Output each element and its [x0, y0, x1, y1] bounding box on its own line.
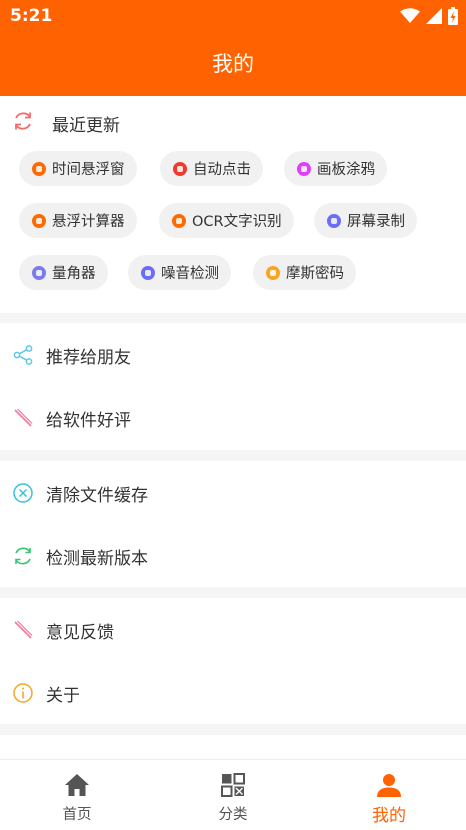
tab-mine[interactable]: 我的 — [329, 760, 449, 830]
home-icon — [65, 774, 89, 796]
ocr-icon — [172, 213, 186, 228]
menu-item-clear-cache[interactable]: 清除文件缓存 — [0, 461, 466, 524]
battery-icon — [448, 7, 458, 25]
menu-group-maintenance: 清除文件缓存 检测最新版本 — [0, 461, 466, 587]
chip-time-float[interactable]: 时间悬浮窗 — [19, 151, 137, 186]
chip-label: 量角器 — [52, 266, 96, 282]
chip-float-calculator[interactable]: 悬浮计算器 — [19, 203, 137, 238]
wifi-icon — [400, 8, 420, 23]
chip-auto-click[interactable]: 自动点击 — [160, 151, 263, 186]
calculator-icon — [32, 213, 46, 228]
chip-label: 悬浮计算器 — [52, 214, 125, 230]
menu-label: 检测最新版本 — [46, 549, 148, 569]
protractor-icon — [32, 265, 46, 280]
menu-label: 关于 — [46, 686, 80, 706]
category-icon — [221, 773, 245, 797]
menu-item-rate[interactable]: 给软件好评 — [0, 386, 466, 449]
menu-group-info: 意见反馈 关于 — [0, 598, 466, 724]
page-title: 我的 — [212, 52, 254, 76]
chip-label: OCR文字识别 — [192, 214, 282, 230]
menu-group-partial — [0, 735, 466, 759]
recent-updates-section: 最近更新 时间悬浮窗 自动点击 画板涂鸦 悬浮计算器 OCR文字识别 屏幕录制 … — [0, 96, 466, 313]
menu-item-check-update[interactable]: 检测最新版本 — [0, 524, 466, 587]
signal-icon — [426, 8, 442, 24]
recent-updates-title: 最近更新 — [52, 116, 120, 136]
menu-label: 清除文件缓存 — [46, 486, 148, 506]
bottom-nav: 首页 分类 我的 — [0, 759, 466, 830]
chip-label: 屏幕录制 — [347, 214, 405, 230]
tab-label: 首页 — [62, 807, 92, 823]
menu-item-feedback[interactable]: 意见反馈 — [0, 598, 466, 661]
hand-icon — [173, 161, 187, 176]
speaker-icon — [141, 265, 155, 280]
chip-label: 噪音检测 — [161, 266, 219, 282]
morse-icon — [266, 265, 280, 280]
chip-ocr[interactable]: OCR文字识别 — [159, 203, 294, 238]
tab-label: 分类 — [218, 807, 248, 823]
update-icon — [15, 547, 31, 565]
pencil-icon — [14, 620, 33, 639]
chip-label: 时间悬浮窗 — [52, 162, 125, 178]
tab-category[interactable]: 分类 — [173, 760, 293, 830]
info-icon — [13, 683, 33, 703]
chip-noise-detect[interactable]: 噪音检测 — [128, 255, 231, 290]
tab-label: 我的 — [372, 806, 406, 826]
chip-doodle[interactable]: 画板涂鸦 — [284, 151, 387, 186]
chip-label: 画板涂鸦 — [317, 162, 375, 178]
video-icon — [327, 213, 341, 228]
status-icons — [400, 6, 458, 26]
user-icon — [377, 774, 401, 797]
menu-label: 意见反馈 — [46, 623, 114, 643]
chip-screen-record[interactable]: 屏幕录制 — [314, 203, 417, 238]
menu-item-about[interactable]: 关于 — [0, 661, 466, 724]
pencil-icon — [14, 408, 33, 427]
tab-home[interactable]: 首页 — [17, 760, 137, 830]
chip-label: 自动点击 — [193, 162, 251, 178]
share-icon — [13, 345, 33, 365]
status-bar: 5:21 — [0, 0, 466, 32]
menu-label: 给软件好评 — [46, 411, 131, 431]
menu-item-share[interactable]: 推荐给朋友 — [0, 323, 466, 386]
menu-label: 推荐给朋友 — [46, 348, 131, 368]
refresh-icon — [15, 112, 31, 130]
status-time: 5:21 — [10, 6, 53, 26]
chip-morse-code[interactable]: 摩斯密码 — [253, 255, 356, 290]
palette-icon — [297, 161, 311, 176]
app-header: 5:21 我的 — [0, 0, 466, 96]
clear-icon — [13, 483, 33, 503]
clock-icon — [32, 161, 46, 176]
menu-group-share: 推荐给朋友 给软件好评 — [0, 323, 466, 450]
chip-protractor[interactable]: 量角器 — [19, 255, 108, 290]
chip-label: 摩斯密码 — [286, 266, 344, 282]
